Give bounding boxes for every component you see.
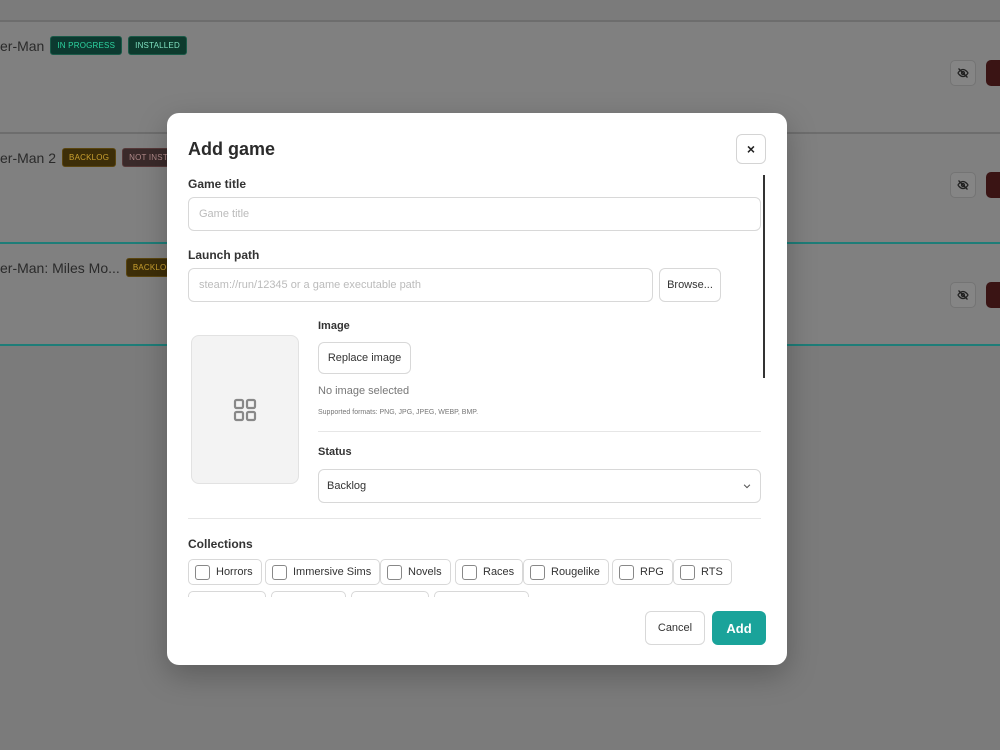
game-title: er-Man 2 bbox=[0, 149, 57, 166]
close-icon: × bbox=[746, 141, 756, 157]
hide-button[interactable] bbox=[950, 60, 976, 86]
chevron-down-icon bbox=[743, 484, 751, 489]
collection-chip[interactable] bbox=[271, 591, 346, 597]
game-title: er-Man bbox=[0, 37, 45, 54]
divider bbox=[188, 518, 761, 519]
launch-path-input[interactable]: steam://run/12345 or a game executable p… bbox=[188, 268, 653, 302]
checkbox[interactable] bbox=[462, 564, 477, 580]
row-actions bbox=[950, 172, 1000, 198]
divider bbox=[318, 431, 761, 432]
collection-label: Immersive Sims bbox=[293, 566, 372, 578]
collection-chip-rougelike[interactable]: Rougelike bbox=[523, 559, 609, 585]
checkbox[interactable] bbox=[195, 564, 210, 580]
replace-image-button[interactable]: Replace image bbox=[318, 342, 411, 374]
collection-chip-races[interactable]: Races bbox=[455, 559, 524, 585]
install-badge: INSTALLED bbox=[128, 36, 187, 55]
eye-off-icon bbox=[957, 180, 969, 190]
collection-label: Rougelike bbox=[551, 566, 600, 578]
image-label: Image bbox=[318, 320, 350, 332]
collection-label: RTS bbox=[701, 566, 723, 578]
eye-off-icon bbox=[957, 290, 969, 300]
hide-button[interactable] bbox=[950, 282, 976, 308]
no-image-text: No image selected bbox=[318, 385, 410, 397]
cancel-button[interactable]: Cancel bbox=[645, 611, 705, 645]
status-badge: IN PROGRESS bbox=[50, 36, 123, 55]
game-title-row: er-Man 2 BACKLOG NOT INSTA bbox=[0, 148, 180, 167]
status-value: Backlog bbox=[327, 480, 367, 492]
collections-label: Collections bbox=[188, 537, 253, 551]
checkbox[interactable] bbox=[272, 564, 287, 580]
collection-label: Horrors bbox=[216, 566, 253, 578]
scrollbar[interactable] bbox=[763, 175, 765, 378]
supported-formats-hint: Supported formats: PNG, JPG, JPEG, WEBP,… bbox=[318, 409, 479, 416]
game-title-input[interactable]: Game title bbox=[188, 197, 761, 231]
eye-off-icon bbox=[957, 68, 969, 78]
dialog-title: Add game bbox=[188, 139, 276, 159]
checkbox[interactable] bbox=[680, 564, 695, 580]
collection-label: Races bbox=[483, 566, 515, 578]
game-title: er-Man: Miles Mo... bbox=[0, 259, 120, 276]
collection-chip[interactable] bbox=[434, 591, 529, 597]
collection-label: Novels bbox=[408, 566, 442, 578]
checkbox[interactable] bbox=[530, 564, 545, 580]
delete-button[interactable] bbox=[986, 282, 1000, 308]
delete-button[interactable] bbox=[986, 60, 1000, 86]
image-preview[interactable] bbox=[191, 335, 299, 484]
launch-path-label: Launch path bbox=[188, 248, 260, 262]
add-button[interactable]: Add bbox=[712, 611, 766, 645]
row-actions bbox=[950, 282, 1000, 308]
collections-list: Horrors Immersive Sims Novels Races Roug… bbox=[188, 559, 763, 597]
collection-chip-novels[interactable]: Novels bbox=[380, 559, 451, 585]
collection-chip[interactable] bbox=[188, 591, 266, 597]
checkbox[interactable] bbox=[387, 564, 402, 580]
collection-chip-horrors[interactable]: Horrors bbox=[188, 559, 262, 585]
status-select[interactable]: Backlog bbox=[318, 469, 761, 503]
delete-button[interactable] bbox=[986, 172, 1000, 198]
status-badge: BACKLOG bbox=[62, 148, 117, 167]
image-placeholder-icon bbox=[233, 398, 257, 421]
game-title-row: er-Man IN PROGRESS INSTALLED bbox=[0, 36, 187, 55]
collection-chip[interactable] bbox=[351, 591, 429, 597]
close-button[interactable]: × bbox=[736, 134, 766, 164]
add-game-dialog: Add game × Game title Game title Launch … bbox=[167, 113, 787, 665]
checkbox[interactable] bbox=[619, 564, 634, 580]
collection-chip-rpg[interactable]: RPG bbox=[612, 559, 673, 585]
collection-chip-immersive-sims[interactable]: Immersive Sims bbox=[265, 559, 381, 585]
collection-chip-rts[interactable]: RTS bbox=[673, 559, 732, 585]
collection-label: RPG bbox=[640, 566, 664, 578]
browse-button[interactable]: Browse... bbox=[659, 268, 721, 302]
status-label: Status bbox=[318, 446, 352, 458]
hide-button[interactable] bbox=[950, 172, 976, 198]
game-title-row: er-Man: Miles Mo... BACKLOG bbox=[0, 258, 180, 277]
row-actions bbox=[950, 60, 1000, 86]
game-title-label: Game title bbox=[188, 177, 247, 191]
